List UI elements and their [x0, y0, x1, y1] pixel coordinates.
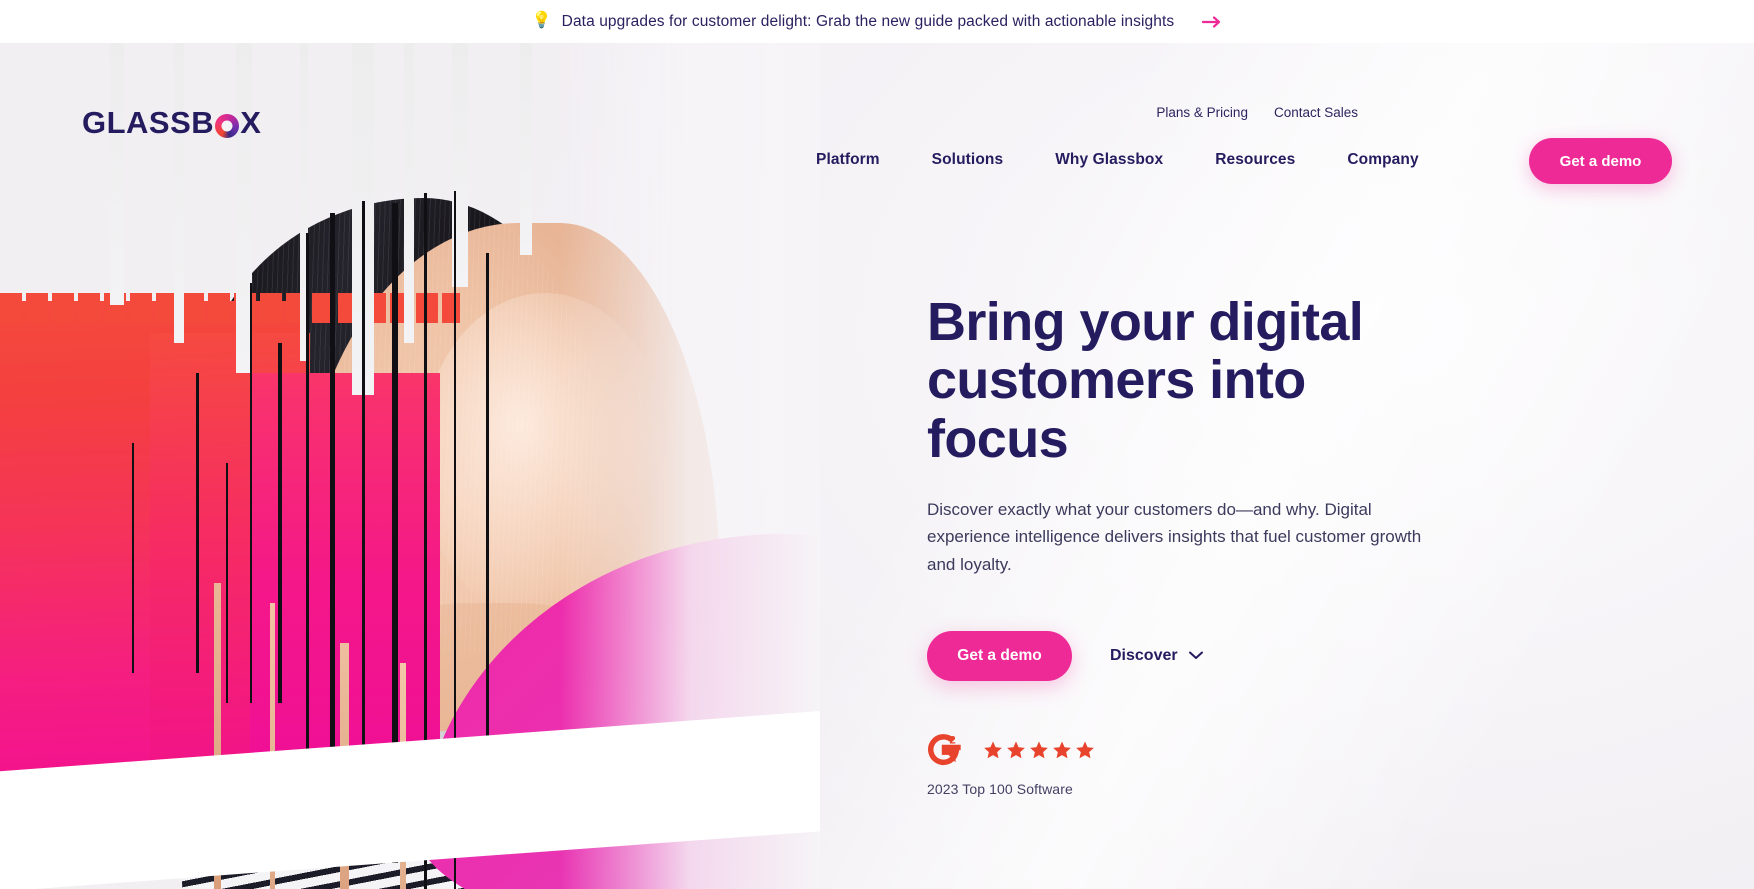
get-a-demo-button[interactable]: Get a demo	[927, 630, 1072, 681]
hero-subtitle: Discover exactly what your customers do—…	[927, 499, 1422, 574]
main-navigation: Platform Solutions Why Glassbox Resource…	[790, 151, 1445, 169]
hero-actions: Get a demo Discover	[927, 630, 1547, 681]
utility-links: Plans & Pricing Contact Sales	[1156, 105, 1358, 120]
discover-dropdown[interactable]: Discover	[1110, 647, 1203, 665]
nav-item-solutions[interactable]: Solutions	[906, 151, 1030, 169]
arrow-right-icon[interactable]	[1202, 15, 1222, 29]
g2-rating-row: 2	[927, 733, 1547, 767]
hero-copy: Bring your digital customers into focus …	[927, 293, 1547, 797]
artwork-canvas	[0, 43, 820, 889]
nav-item-company[interactable]: Company	[1321, 151, 1444, 169]
announcement-bar: 💡 Data upgrades for customer delight: Gr…	[0, 0, 1754, 43]
site-header: GLASSB X Plans & Pricing Contact Sales P…	[0, 43, 1754, 184]
gradient-ring-o-icon	[215, 114, 240, 138]
header-get-a-demo-button[interactable]: Get a demo	[1529, 138, 1672, 184]
discover-label: Discover	[1110, 646, 1178, 664]
page-root: 💡 Data upgrades for customer delight: Gr…	[0, 0, 1754, 889]
lightbulb-icon: 💡	[531, 11, 552, 29]
g2-badge: 2 2023 Top 100 Software	[927, 733, 1547, 797]
hero-title-line-1: Bring your digital	[927, 292, 1364, 352]
logo-text-before: GLASSB	[82, 105, 215, 140]
announcement-link[interactable]: 💡 Data upgrades for customer delight: Gr…	[531, 11, 1223, 31]
svg-text:2: 2	[950, 734, 956, 746]
star-rating	[983, 740, 1095, 760]
nav-item-why-glassbox[interactable]: Why Glassbox	[1029, 151, 1189, 169]
star-icon	[1075, 740, 1095, 760]
link-plans-and-pricing[interactable]: Plans & Pricing	[1156, 105, 1248, 120]
star-icon	[983, 740, 1003, 760]
hero-section: Bring your digital customers into focus …	[0, 43, 1754, 889]
star-icon	[1052, 740, 1072, 760]
nav-item-resources[interactable]: Resources	[1189, 151, 1321, 169]
page-title: Bring your digital customers into focus	[927, 293, 1457, 468]
hero-title-line-2: customers into focus	[927, 350, 1306, 469]
g2-logo-icon: 2	[927, 733, 961, 767]
link-contact-sales[interactable]: Contact Sales	[1274, 105, 1358, 120]
announcement-text: Data upgrades for customer delight: Grab…	[561, 12, 1175, 30]
glitch-portrait-artwork	[0, 43, 820, 889]
star-icon	[1006, 740, 1026, 760]
nav-item-platform[interactable]: Platform	[790, 151, 906, 169]
artwork-smear-ragged-edge	[0, 293, 460, 323]
g2-caption: 2023 Top 100 Software	[927, 780, 1073, 797]
logo-text-after: X	[240, 105, 262, 140]
chevron-down-icon	[1188, 647, 1203, 665]
star-icon	[1029, 740, 1049, 760]
glassbox-logo[interactable]: GLASSB X	[82, 105, 261, 141]
